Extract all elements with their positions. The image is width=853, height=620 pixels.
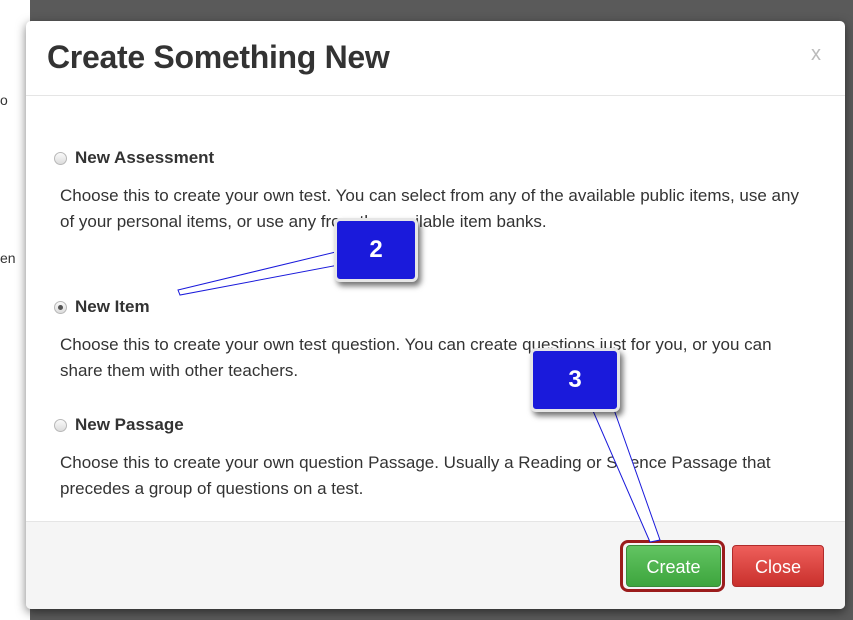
option-description: Choose this to create your own test. You… — [60, 186, 799, 231]
close-button[interactable]: Close — [732, 545, 824, 587]
option-label: New Passage — [75, 415, 184, 434]
option-new-passage[interactable]: New Passage — [54, 415, 184, 435]
modal-header: Create Something New x — [26, 21, 845, 96]
radio-new-item[interactable] — [54, 300, 67, 314]
radio-new-assessment[interactable] — [54, 151, 67, 165]
option-new-item[interactable]: New Item — [54, 297, 150, 317]
close-x-icon[interactable]: x — [811, 43, 821, 66]
modal-footer: Create Close — [26, 521, 845, 609]
modal-title: Create Something New — [47, 39, 390, 75]
step-3-callout: 3 — [530, 348, 620, 412]
radio-new-passage[interactable] — [54, 418, 67, 432]
option-label: New Item — [75, 297, 150, 316]
step-2-callout: 2 — [334, 218, 418, 282]
option-label: New Assessment — [75, 148, 215, 167]
option-description: Choose this to create your own test ques… — [60, 335, 772, 380]
create-button[interactable]: Create — [626, 545, 721, 587]
create-modal: Create Something New x New Assessment Ch… — [26, 21, 845, 609]
background-text-fragment: en — [0, 250, 16, 266]
option-new-assessment[interactable]: New Assessment — [54, 148, 214, 168]
background-text-fragment: o — [0, 92, 8, 108]
modal-body: New Assessment Choose this to create you… — [26, 96, 845, 516]
option-description: Choose this to create your own question … — [60, 453, 771, 498]
